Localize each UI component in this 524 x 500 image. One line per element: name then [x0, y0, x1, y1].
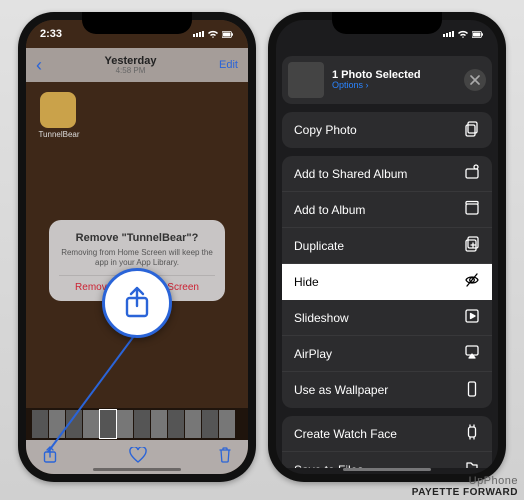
filmstrip[interactable] — [26, 408, 248, 440]
duplicate-icon — [464, 236, 480, 252]
back-button[interactable]: ‹ — [36, 55, 42, 76]
home-indicator[interactable] — [93, 468, 181, 471]
nav-title: Yesterday — [105, 55, 157, 67]
action-label: Add to Shared Album — [294, 167, 407, 181]
screen-right: 1 Photo Selected Options › Copy Photo Add… — [276, 20, 498, 474]
share-icon — [122, 286, 152, 320]
status-icons — [193, 30, 234, 39]
thumb[interactable] — [168, 410, 184, 438]
action-use-as-wallpaper[interactable]: Use as Wallpaper — [282, 372, 492, 408]
hide-icon — [464, 272, 480, 288]
action-hide[interactable]: Hide — [282, 264, 492, 300]
thumb[interactable] — [134, 410, 150, 438]
trash-button[interactable] — [218, 447, 232, 468]
action-list[interactable]: Copy Photo Add to Shared Album Add to Albu… — [282, 112, 492, 468]
action-duplicate[interactable]: Duplicate — [282, 228, 492, 264]
action-group: Add to Shared Album Add to Album Duplicate… — [282, 156, 492, 408]
airplay-icon — [464, 344, 480, 360]
thumb[interactable] — [185, 410, 201, 438]
stage: 2:33 ‹ Yesterday 4:58 PM Edit TunnelBear… — [0, 0, 524, 500]
notch — [332, 12, 442, 34]
selected-thumb — [288, 62, 324, 98]
thumb[interactable] — [202, 410, 218, 438]
watermark-line2: PAYETTE FORWARD — [412, 487, 518, 498]
battery-icon — [222, 30, 234, 39]
action-group: Copy Photo — [282, 112, 492, 148]
action-create-watch-face[interactable]: Create Watch Face — [282, 416, 492, 452]
thumb[interactable] — [117, 410, 133, 438]
action-label: Hide — [294, 275, 319, 289]
battery-icon — [472, 30, 484, 39]
alert-body: Removing from Home Screen will keep the … — [59, 248, 215, 267]
nav-title-block: Yesterday 4:58 PM — [105, 55, 157, 76]
status-time: 2:33 — [40, 28, 62, 40]
thumb[interactable] — [151, 410, 167, 438]
action-label: AirPlay — [294, 347, 332, 361]
album-icon — [464, 200, 480, 216]
wifi-icon — [207, 30, 219, 39]
copy-icon — [464, 121, 480, 137]
phone-left: 2:33 ‹ Yesterday 4:58 PM Edit TunnelBear… — [18, 12, 256, 482]
thumb[interactable] — [32, 410, 48, 438]
edit-button[interactable]: Edit — [219, 59, 238, 71]
wallpaper-icon — [464, 381, 480, 397]
thumb[interactable] — [83, 410, 99, 438]
close-icon — [470, 75, 480, 85]
thumb[interactable] — [66, 410, 82, 438]
watch-icon — [464, 424, 480, 440]
action-airplay[interactable]: AirPlay — [282, 336, 492, 372]
action-label: Slideshow — [294, 311, 349, 325]
photos-navbar: ‹ Yesterday 4:58 PM Edit — [26, 48, 248, 82]
action-save-to-files[interactable]: Save to Files — [282, 452, 492, 468]
action-copy-photo[interactable]: Copy Photo — [282, 112, 492, 148]
notch — [82, 12, 192, 34]
share-callout — [102, 268, 172, 338]
action-group: Create Watch FaceSave to FilesAssign to … — [282, 416, 492, 468]
alert-title: Remove "TunnelBear"? — [59, 232, 215, 244]
action-slideshow[interactable]: Slideshow — [282, 300, 492, 336]
close-button[interactable] — [464, 69, 486, 91]
screen-left: 2:33 ‹ Yesterday 4:58 PM Edit TunnelBear… — [26, 20, 248, 474]
chevron-right-icon: › — [366, 80, 369, 90]
thumb[interactable] — [49, 410, 65, 438]
thumb-selected[interactable] — [100, 410, 116, 438]
signal-icon — [193, 31, 204, 37]
action-add-to-album[interactable]: Add to Album — [282, 192, 492, 228]
app-label: TunnelBear — [34, 130, 84, 139]
phone-right: 1 Photo Selected Options › Copy Photo Add… — [268, 12, 506, 482]
wifi-icon — [457, 30, 469, 39]
files-icon — [464, 460, 480, 468]
favorite-button[interactable] — [129, 447, 147, 468]
thumb[interactable] — [219, 410, 235, 438]
slideshow-icon — [464, 308, 480, 324]
action-add-to-shared-album[interactable]: Add to Shared Album — [282, 156, 492, 192]
action-label: Use as Wallpaper — [294, 383, 388, 397]
action-label: Duplicate — [294, 239, 344, 253]
options-button[interactable]: Options › — [332, 81, 456, 91]
share-sheet-header: 1 Photo Selected Options › — [282, 56, 492, 104]
shared-album-icon — [464, 164, 480, 180]
home-indicator[interactable] — [343, 468, 431, 471]
share-button[interactable] — [42, 446, 58, 469]
signal-icon — [443, 31, 454, 37]
action-label: Add to Album — [294, 203, 365, 217]
status-icons — [443, 30, 484, 39]
action-label: Copy Photo — [294, 123, 357, 137]
nav-subtitle: 4:58 PM — [105, 67, 157, 76]
app-icon-tunnelbear[interactable] — [40, 92, 76, 128]
action-label: Create Watch Face — [294, 427, 397, 441]
